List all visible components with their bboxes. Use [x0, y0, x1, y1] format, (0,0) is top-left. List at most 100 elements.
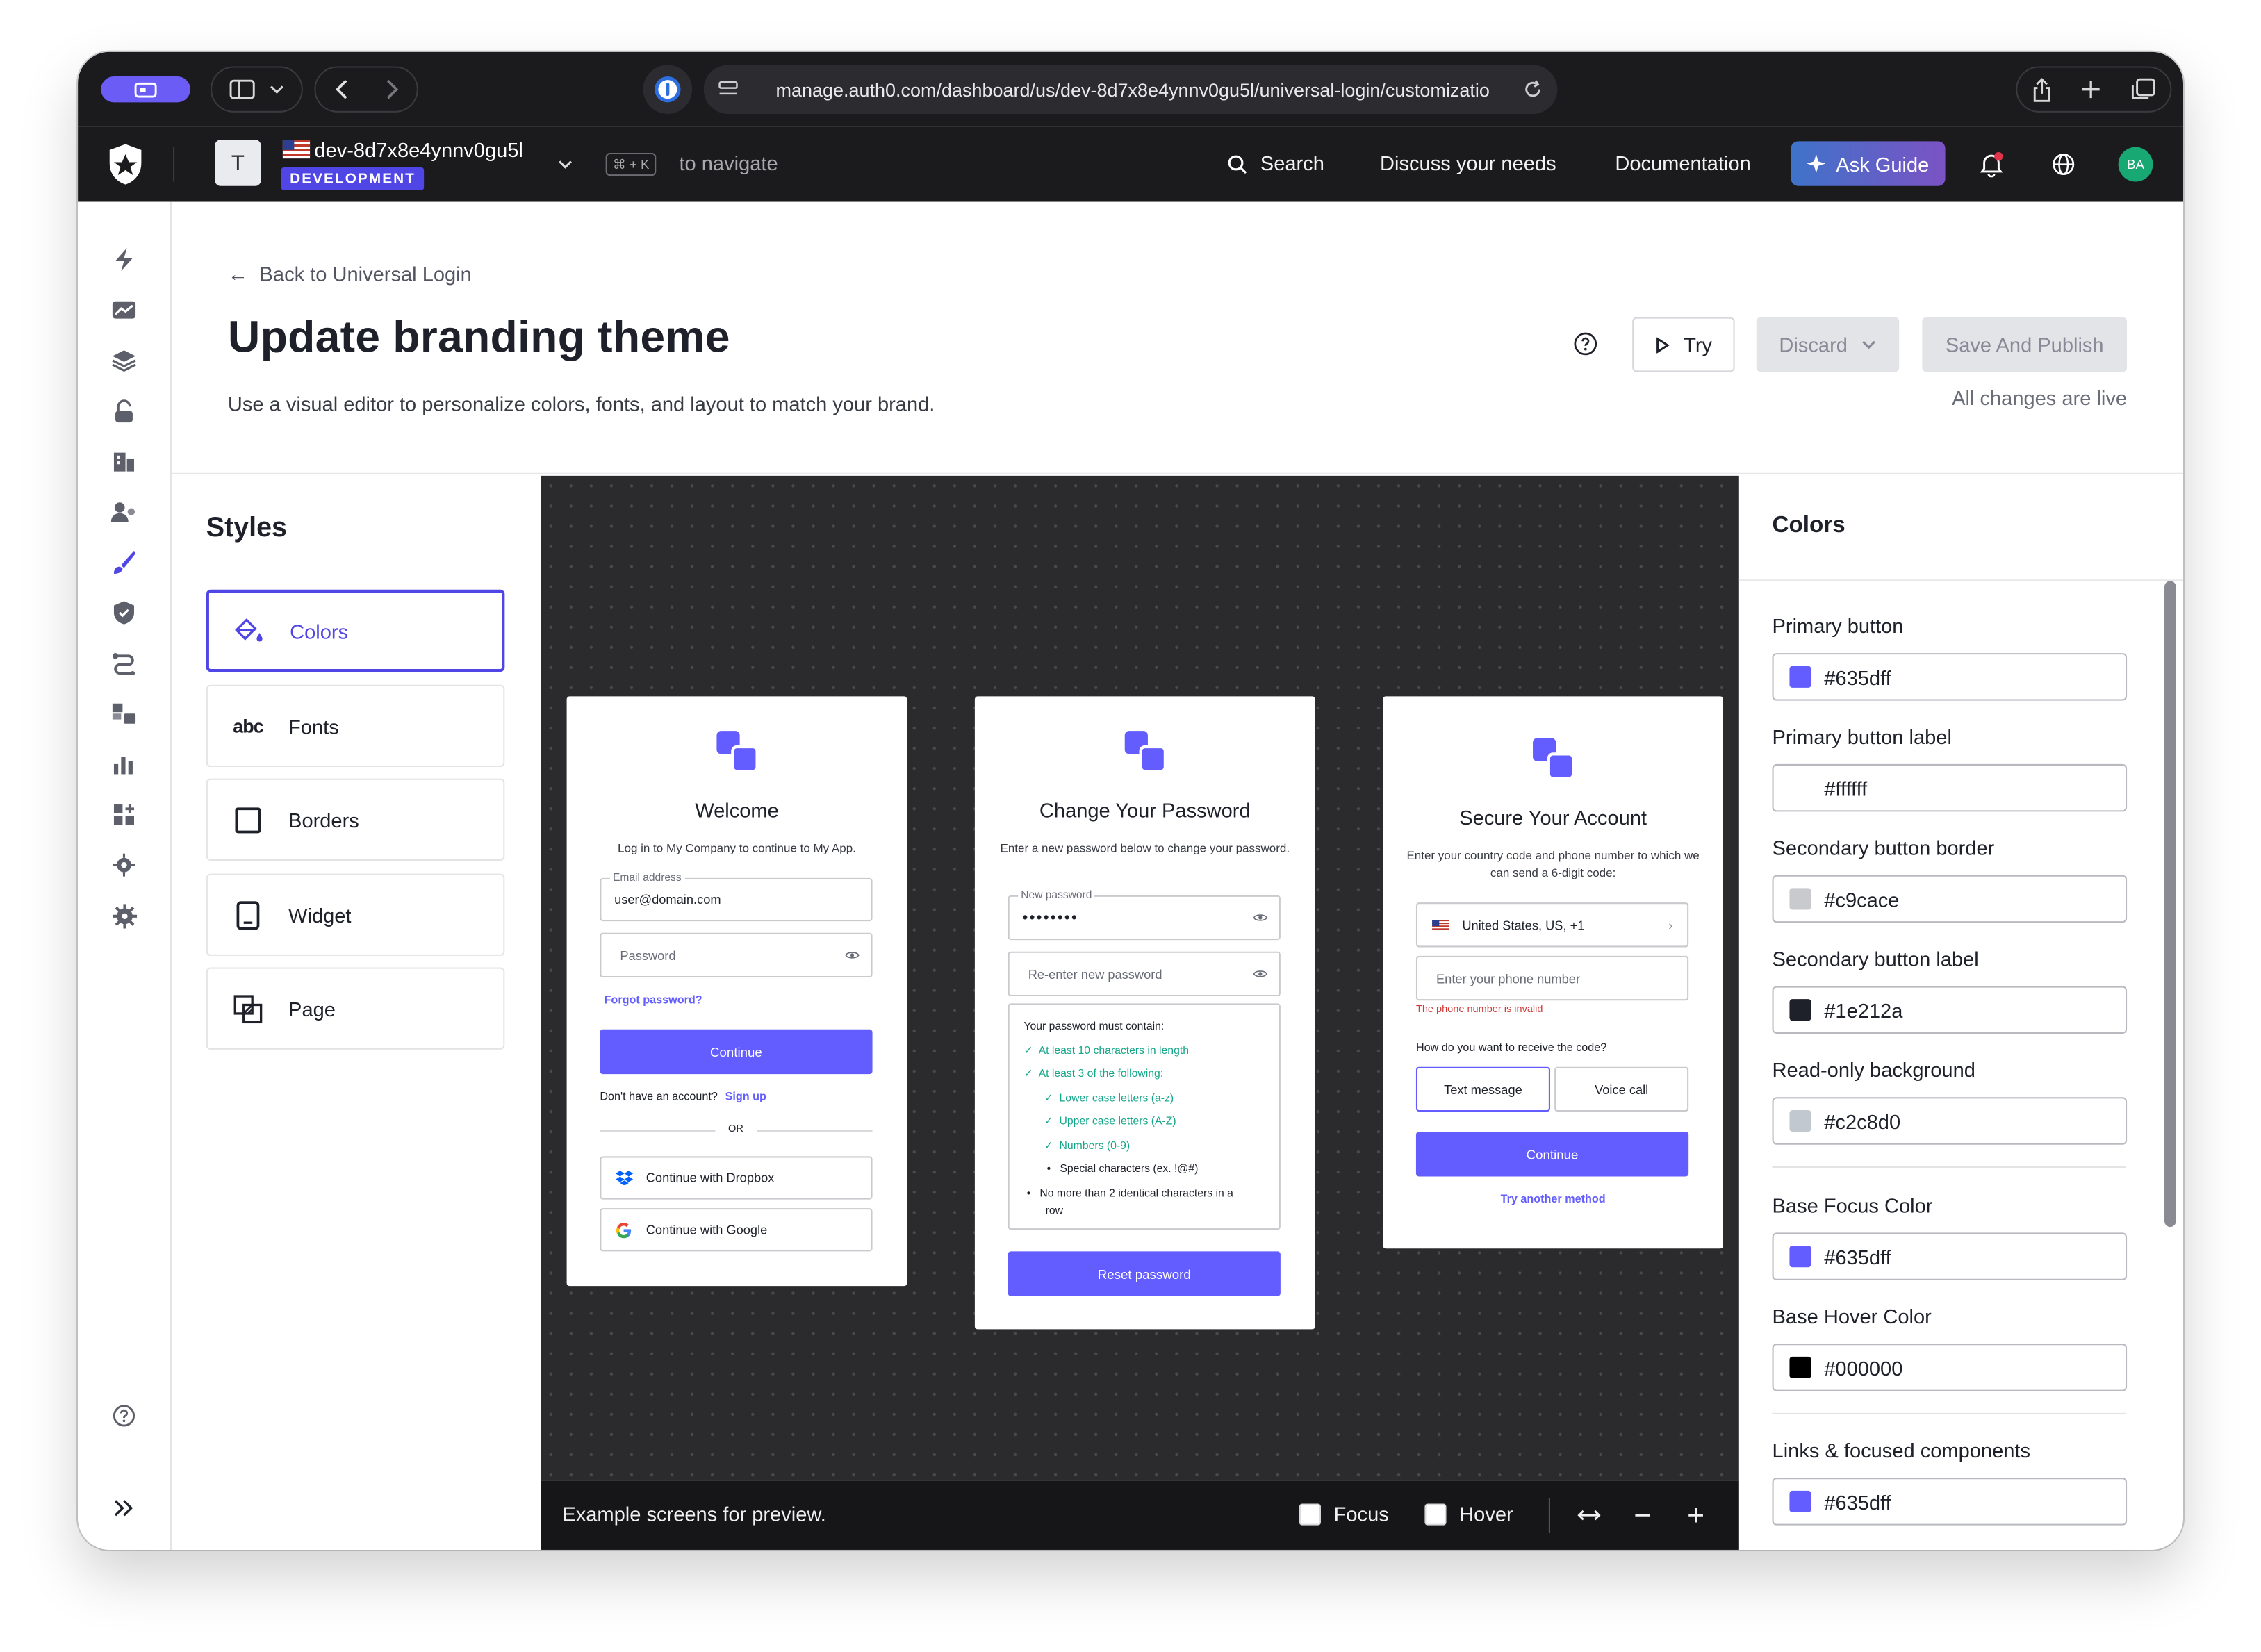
page-subtitle: Use a visual editor to personalize color…: [227, 392, 935, 415]
mfa-continue-button[interactable]: Continue: [1415, 1132, 1689, 1177]
share-icon[interactable]: [2032, 77, 2052, 101]
password-field[interactable]: Password: [600, 932, 873, 978]
activity-icon[interactable]: [110, 295, 139, 324]
primary-button-label-color-input[interactable]: #ffffff: [1772, 763, 2128, 812]
sidebar-icon: [229, 79, 255, 99]
hover-checkbox[interactable]: Hover: [1424, 1502, 1513, 1526]
back-arrow-icon[interactable]: [334, 79, 348, 99]
signup-link[interactable]: Sign up: [725, 1090, 766, 1103]
tenant-chevron-icon[interactable]: [558, 160, 573, 169]
secondary-button-label-color-input[interactable]: #1e212a: [1772, 986, 2128, 1034]
zoom-out-icon[interactable]: [1634, 1514, 1651, 1517]
requirement-text: At least 3 of the following:: [1038, 1066, 1164, 1080]
expand-nav-icon[interactable]: [110, 1494, 139, 1523]
primary-button-color-input[interactable]: #635dff: [1772, 653, 2128, 701]
read-only-background-color-input[interactable]: #c2c8d0: [1772, 1097, 2128, 1145]
globe-icon[interactable]: [2052, 153, 2075, 176]
reset-password-button[interactable]: Reset password: [1008, 1251, 1281, 1296]
email-field[interactable]: user@domain.com: [600, 877, 873, 922]
color-swatch[interactable]: [1789, 1356, 1811, 1378]
color-swatch[interactable]: [1789, 666, 1811, 688]
discuss-needs-link[interactable]: Discuss your needs: [1380, 151, 1556, 174]
extensions-icon[interactable]: [110, 800, 139, 829]
tab-overview-icon[interactable]: [2131, 78, 2155, 101]
user-avatar[interactable]: BA: [2118, 147, 2153, 182]
documentation-link[interactable]: Documentation: [1615, 151, 1750, 174]
organizations-icon[interactable]: [110, 447, 139, 476]
actions-icon[interactable]: [110, 649, 139, 678]
integrations-icon[interactable]: [110, 850, 139, 879]
color-swatch[interactable]: [1789, 1490, 1811, 1512]
country-select[interactable]: United States, US, +1 ›: [1415, 902, 1689, 948]
secondary-button-border-color-input[interactable]: #c9cace: [1772, 875, 2128, 923]
tenant-avatar[interactable]: T: [215, 140, 261, 186]
forward-arrow-icon[interactable]: [384, 79, 399, 99]
forgot-password-link[interactable]: Forgot password?: [605, 993, 702, 1007]
monitoring-icon[interactable]: [110, 750, 139, 779]
tenant-name[interactable]: dev-8d7x8e4ynnv0gu5l: [314, 138, 523, 161]
save-and-publish-button[interactable]: Save And Publish: [1922, 317, 2128, 372]
dropbox-button[interactable]: Continue with Dropbox: [600, 1156, 873, 1200]
try-button[interactable]: Try: [1632, 317, 1735, 372]
style-item-borders[interactable]: Borders: [206, 778, 505, 861]
style-item-colors[interactable]: Colors: [206, 589, 505, 672]
bell-icon[interactable]: [1980, 151, 2003, 178]
change-password-preview-card: Change Your Password Enter a new passwor…: [974, 696, 1315, 1330]
style-item-fonts[interactable]: abc Fonts: [206, 684, 505, 768]
base-focus-color-input[interactable]: #635dff: [1772, 1232, 2128, 1280]
preview-canvas[interactable]: Welcome Log in to My Company to continue…: [541, 475, 1739, 1481]
shortcut-hint: to navigate: [679, 151, 778, 175]
eye-icon[interactable]: [1253, 969, 1268, 980]
branding-icon[interactable]: [110, 548, 139, 577]
getting-started-icon[interactable]: [110, 245, 139, 274]
ask-guide-button[interactable]: Ask Guide: [1791, 141, 1946, 186]
login-continue-button[interactable]: Continue: [600, 1029, 873, 1075]
colors-panel-scrollbar[interactable]: [2164, 581, 2176, 1228]
browser-actions: [2016, 66, 2172, 113]
password-manager-button[interactable]: [643, 65, 693, 114]
search-link[interactable]: Search: [1260, 151, 1324, 174]
color-swatch[interactable]: [1789, 888, 1811, 910]
sidebar-toggle-button[interactable]: [210, 66, 303, 113]
help-circle-icon[interactable]: [1573, 331, 1597, 356]
color-value: #635dff: [1824, 665, 1891, 688]
google-button[interactable]: Continue with Google: [600, 1208, 873, 1252]
help-icon[interactable]: [110, 1401, 139, 1430]
user-management-icon[interactable]: [110, 497, 139, 527]
focus-checkbox[interactable]: Focus: [1299, 1502, 1389, 1526]
color-swatch[interactable]: [1789, 1109, 1811, 1132]
zoom-in-icon[interactable]: [1687, 1507, 1704, 1524]
profile-button[interactable]: [101, 76, 190, 103]
color-swatch[interactable]: [1789, 1246, 1811, 1268]
applications-icon[interactable]: [110, 346, 139, 375]
settings-gear-icon[interactable]: [110, 901, 139, 930]
text-message-option[interactable]: Text message: [1415, 1066, 1550, 1112]
reenter-password-field[interactable]: Re-enter new password: [1008, 951, 1281, 997]
color-swatch[interactable]: [1789, 777, 1811, 799]
fit-width-icon[interactable]: [1577, 1508, 1601, 1523]
style-item-page[interactable]: Page: [206, 967, 505, 1050]
eye-icon[interactable]: [845, 950, 860, 961]
new-password-field[interactable]: ••••••••: [1008, 895, 1281, 941]
style-item-widget[interactable]: Widget: [206, 873, 505, 956]
authentication-icon[interactable]: [110, 397, 139, 426]
marketplace-icon[interactable]: [110, 700, 139, 729]
discard-button[interactable]: Discard: [1756, 317, 1900, 372]
color-swatch[interactable]: [1789, 999, 1811, 1021]
search-icon[interactable]: [1227, 154, 1247, 174]
new-tab-icon[interactable]: [2082, 79, 2102, 99]
links-focused-color-input[interactable]: #635dff: [1772, 1478, 2128, 1526]
phone-number-field[interactable]: Enter your phone number: [1415, 955, 1689, 1001]
address-bar[interactable]: manage.auth0.com/dashboard/us/dev-8d7x8e…: [703, 65, 1558, 114]
auth0-logo[interactable]: [107, 142, 145, 185]
try-another-method-link[interactable]: Try another method: [1383, 1192, 1723, 1205]
hover-checkbox-box[interactable]: [1424, 1503, 1447, 1525]
reload-icon[interactable]: [1523, 79, 1543, 99]
secure-account-description: Enter your country code and phone number…: [1406, 849, 1700, 879]
security-icon[interactable]: [110, 598, 139, 627]
eye-icon[interactable]: [1253, 913, 1268, 923]
voice-call-option[interactable]: Voice call: [1554, 1066, 1689, 1112]
focus-checkbox-box[interactable]: [1299, 1503, 1321, 1525]
back-link[interactable]: ← Back to Universal Login: [228, 263, 472, 286]
base-hover-color-input[interactable]: #000000: [1772, 1344, 2128, 1391]
